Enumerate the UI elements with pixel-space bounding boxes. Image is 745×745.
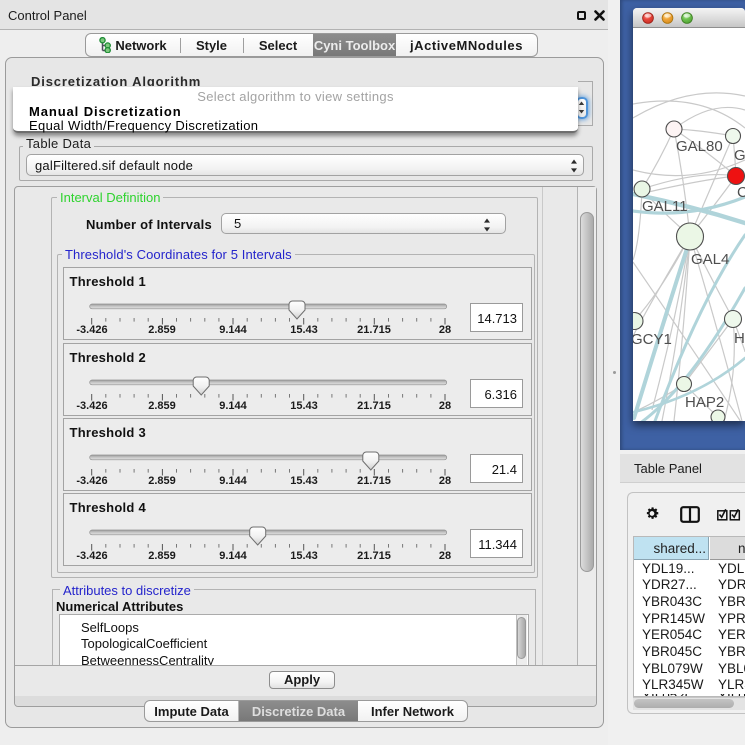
svg-text:H: H: [734, 330, 745, 347]
svg-text:HAP2: HAP2: [685, 394, 724, 411]
svg-text:C: C: [737, 184, 745, 201]
svg-text:GA: GA: [734, 147, 745, 164]
svg-text:GAL80: GAL80: [676, 138, 723, 155]
svg-text:GAL11: GAL11: [642, 198, 688, 215]
svg-text:GCY1: GCY1: [633, 331, 672, 348]
svg-text:GAL4: GAL4: [691, 251, 729, 268]
